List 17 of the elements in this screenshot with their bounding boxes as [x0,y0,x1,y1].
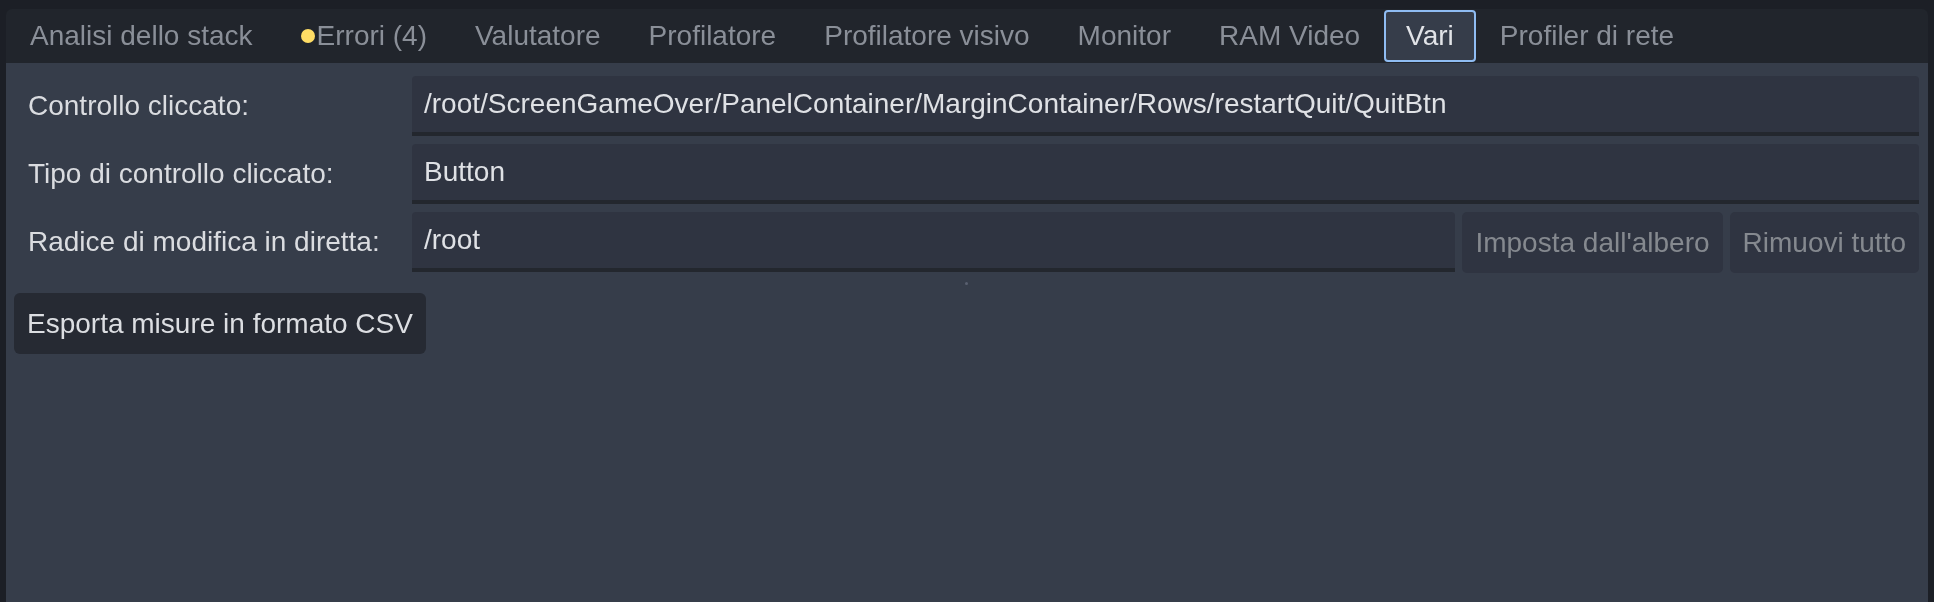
tab[interactable]: Monitor [1053,10,1195,62]
tab[interactable]: Profiler di rete [1475,10,1699,62]
field-label: Radice di modifica in diretta: [27,225,381,259]
tab[interactable]: Analisi dello stack [6,10,277,62]
field-label: Controllo cliccato: [27,89,250,123]
tab[interactable]: Profilatore [624,10,801,62]
export-csv-button[interactable]: Esporta misure in formato CSV [14,293,426,354]
tab[interactable]: Vari [1384,10,1476,62]
text-field[interactable]: /root/ScreenGameOver/PanelContainer/MarginContainer/Rows/restartQuit/QuitBtn [412,76,1919,136]
splitter-grip-icon[interactable] [965,281,968,285]
tab[interactable]: Errori (4) [276,10,451,62]
tab[interactable]: Valutatore [451,10,625,62]
tab[interactable]: Profilatore visivo [800,10,1054,62]
field-label: Tipo di controllo cliccato: [27,157,335,191]
tab[interactable]: RAM Video [1195,10,1385,62]
text-field[interactable]: Button [412,144,1919,204]
text-field[interactable]: /root [412,212,1456,272]
